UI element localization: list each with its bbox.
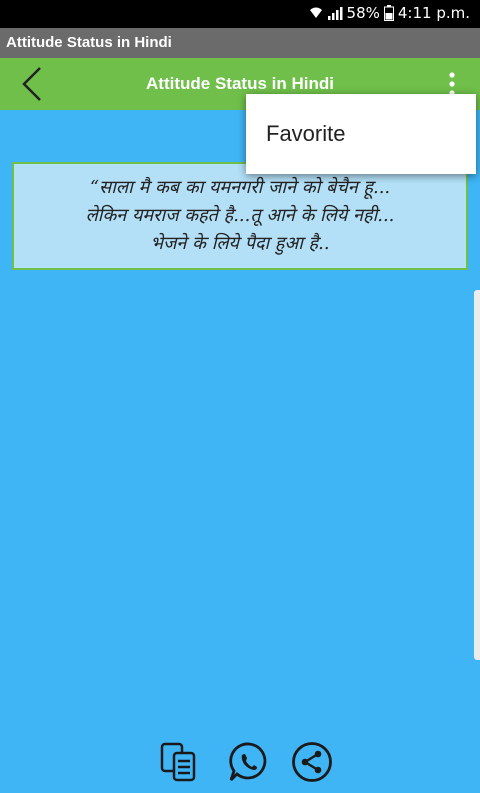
whatsapp-button[interactable]	[227, 740, 271, 784]
clock: 4:11 p.m.	[397, 4, 470, 22]
copy-button[interactable]	[157, 740, 201, 784]
status-bar: 58% 4:11 p.m.	[0, 0, 480, 28]
battery-icon	[383, 5, 394, 21]
scroll-edge	[474, 290, 480, 660]
signal-icon	[327, 6, 343, 20]
back-button[interactable]	[16, 66, 50, 102]
menu-item-favorite[interactable]: Favorite	[266, 94, 345, 174]
whatsapp-icon	[229, 742, 267, 781]
overflow-menu: Favorite	[246, 94, 476, 174]
back-chevron-icon	[22, 67, 41, 101]
battery-percent: 58%	[346, 4, 380, 22]
share-button[interactable]	[290, 740, 334, 784]
wifi-icon	[309, 6, 323, 20]
window-title: Attitude Status in Hindi	[0, 28, 480, 58]
quote-text: “साला मै कब का यमनगरी जाने को बेचैन हू..…	[85, 177, 395, 254]
copy-icon	[160, 742, 196, 782]
action-bar	[0, 740, 480, 784]
share-icon	[292, 742, 332, 782]
quote-card: “साला मै कब का यमनगरी जाने को बेचैन हू..…	[12, 162, 468, 270]
